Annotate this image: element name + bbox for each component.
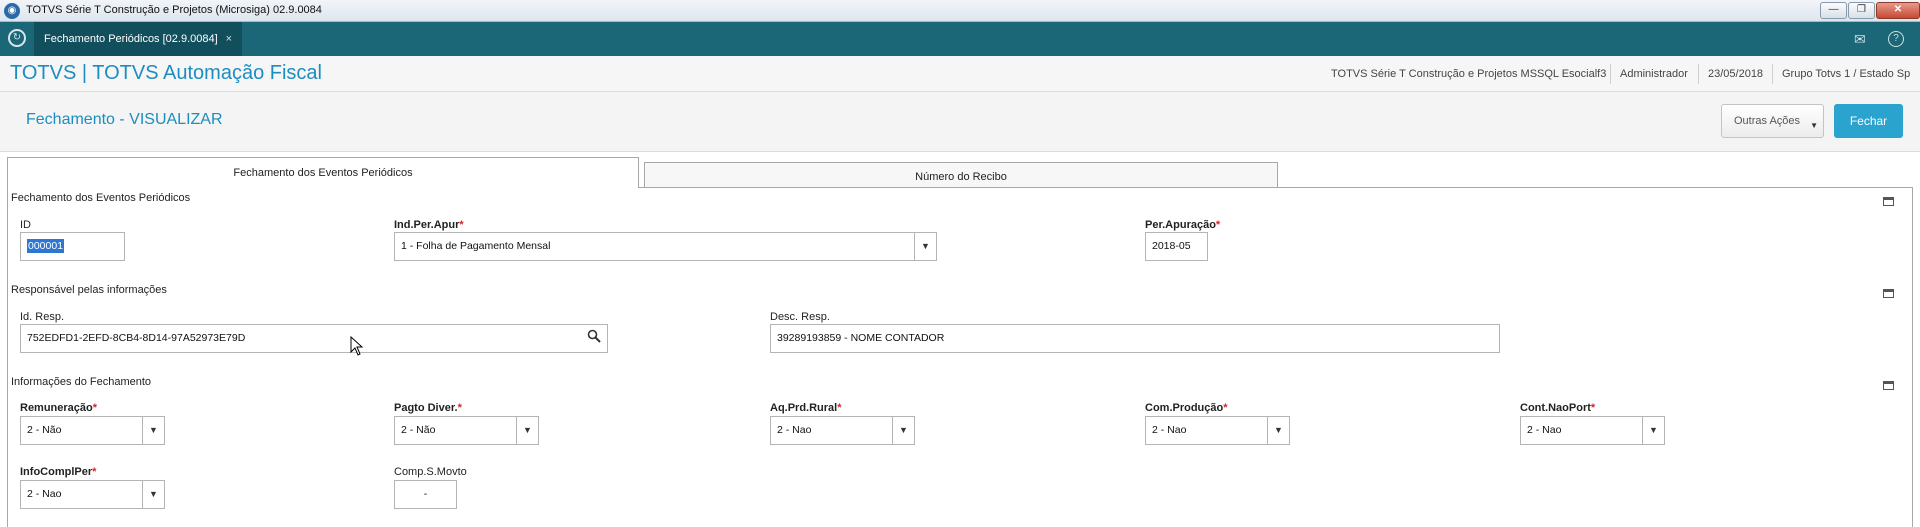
app-logo-icon: ◉ xyxy=(4,3,20,19)
program-tabstrip: ↻ Fechamento Periódicos [02.9.0084] × ✉ ? xyxy=(0,22,1920,56)
remuneracao-select[interactable]: 2 - Não ▼ xyxy=(20,416,165,445)
company-info: Grupo Totvs 1 / Estado Sp xyxy=(1782,68,1911,80)
infocompl-select[interactable]: 2 - Nao ▼ xyxy=(20,480,165,509)
chevron-down-icon[interactable]: ▼ xyxy=(142,417,164,444)
restore-button[interactable]: ❐ xyxy=(1848,2,1875,19)
page-title: Fechamento - VISUALIZAR xyxy=(26,111,223,128)
id-label: ID xyxy=(20,219,31,231)
section-title-responsible: Responsável pelas informações xyxy=(11,284,167,296)
divider xyxy=(1698,64,1699,84)
indper-select[interactable]: 1 - Folha de Pagamento Mensal ▼ xyxy=(394,232,937,261)
contnao-select[interactable]: 2 - Nao ▼ xyxy=(1520,416,1665,445)
chevron-down-icon[interactable]: ▼ xyxy=(892,417,914,444)
user-info: Administrador xyxy=(1620,68,1688,80)
aqprd-select[interactable]: 2 - Nao ▼ xyxy=(770,416,915,445)
help-icon[interactable]: ? xyxy=(1888,31,1904,47)
brand-title: TOTVS | TOTVS Automação Fiscal xyxy=(10,62,322,84)
compsmovto-label: Comp.S.Movto xyxy=(394,466,467,478)
aqprd-value: 2 - Nao xyxy=(777,424,812,436)
home-icon[interactable]: ↻ xyxy=(8,29,26,47)
close-button[interactable]: Fechar xyxy=(1834,104,1903,138)
folder-tab-events[interactable]: Fechamento dos Eventos Periódicos xyxy=(7,157,639,188)
perapur-field[interactable]: 2018-05 xyxy=(1145,232,1208,261)
other-actions-label: Outras Ações xyxy=(1734,115,1801,127)
idresp-value: 752EDFD1-2EFD-8CB4-8D14-97A52973E79D xyxy=(27,332,246,344)
comprod-select[interactable]: 2 - Nao ▼ xyxy=(1145,416,1290,445)
tab-fechamento-periodicos[interactable]: Fechamento Periódicos [02.9.0084] × xyxy=(34,22,243,56)
window-title: TOTVS Série T Construção e Projetos (Mic… xyxy=(26,4,322,16)
environment-info: TOTVS Série T Construção e Projetos MSSQ… xyxy=(1331,68,1607,80)
app-header: TOTVS | TOTVS Automação Fiscal TOTVS Sér… xyxy=(0,56,1920,92)
descresp-label: Desc. Resp. xyxy=(770,311,830,323)
chevron-down-icon[interactable]: ▼ xyxy=(142,481,164,508)
idresp-label: Id. Resp. xyxy=(20,311,65,323)
remuneracao-value: 2 - Não xyxy=(27,424,62,436)
search-icon[interactable] xyxy=(587,325,601,352)
mail-icon[interactable]: ✉ xyxy=(1854,31,1866,48)
chevron-down-icon[interactable]: ▼ xyxy=(516,417,538,444)
pagto-value: 2 - Não xyxy=(401,424,436,436)
date-info: 23/05/2018 xyxy=(1708,68,1764,80)
chevron-down-icon[interactable]: ▼ xyxy=(1642,417,1664,444)
remuneracao-label: Remuneração* xyxy=(20,402,98,414)
idresp-lookup-field[interactable]: 752EDFD1-2EFD-8CB4-8D14-97A52973E79D xyxy=(20,324,608,353)
compsmovto-field[interactable]: - xyxy=(394,480,457,509)
divider xyxy=(1610,64,1611,84)
infocompl-value: 2 - Nao xyxy=(27,488,62,500)
folder-tab-receipt[interactable]: Número do Recibo xyxy=(644,162,1278,188)
chevron-down-icon[interactable]: ▼ xyxy=(914,233,936,260)
id-value: 000001 xyxy=(27,239,65,253)
page-header: Fechamento - VISUALIZAR Outras Ações ▼ F… xyxy=(0,92,1920,152)
window-titlebar: ◉ TOTVS Série T Construção e Projetos (M… xyxy=(0,0,1920,22)
comprod-label: Com.Produção* xyxy=(1145,402,1228,414)
tab-label: Fechamento Periódicos [02.9.0084] xyxy=(44,33,218,45)
collapse-icon[interactable] xyxy=(1883,381,1894,390)
comprod-value: 2 - Nao xyxy=(1152,424,1187,436)
perapur-label: Per.Apuração* xyxy=(1145,219,1221,231)
divider xyxy=(1772,64,1773,84)
descresp-field[interactable]: 39289193859 - NOME CONTADOR xyxy=(770,324,1500,353)
form-panel: Fechamento dos Eventos Periódicos ID 000… xyxy=(7,187,1913,527)
collapse-icon[interactable] xyxy=(1883,197,1894,206)
mouse-cursor-icon xyxy=(350,335,364,359)
id-field[interactable]: 000001 xyxy=(20,232,125,261)
minimize-button[interactable]: — xyxy=(1820,2,1847,19)
collapse-icon[interactable] xyxy=(1883,289,1894,298)
section-title-closing: Informações do Fechamento xyxy=(11,376,152,388)
chevron-down-icon: ▼ xyxy=(1810,121,1818,130)
other-actions-button[interactable]: Outras Ações ▼ xyxy=(1721,104,1824,138)
contnao-value: 2 - Nao xyxy=(1527,424,1562,436)
indper-value: 1 - Folha de Pagamento Mensal xyxy=(401,240,551,252)
tab-close-icon[interactable]: × xyxy=(226,33,232,45)
infocompl-label: InfoComplPer* xyxy=(20,466,97,478)
contnao-label: Cont.NaoPort* xyxy=(1520,402,1596,414)
aqprd-label: Aq.Prd.Rural* xyxy=(770,402,842,414)
indper-label: Ind.Per.Apur* xyxy=(394,219,464,231)
pagto-label: Pagto Diver.* xyxy=(394,402,462,414)
section-title-events: Fechamento dos Eventos Periódicos xyxy=(11,192,191,204)
chevron-down-icon[interactable]: ▼ xyxy=(1267,417,1289,444)
window-close-button[interactable]: ✕ xyxy=(1876,2,1920,19)
pagto-select[interactable]: 2 - Não ▼ xyxy=(394,416,539,445)
